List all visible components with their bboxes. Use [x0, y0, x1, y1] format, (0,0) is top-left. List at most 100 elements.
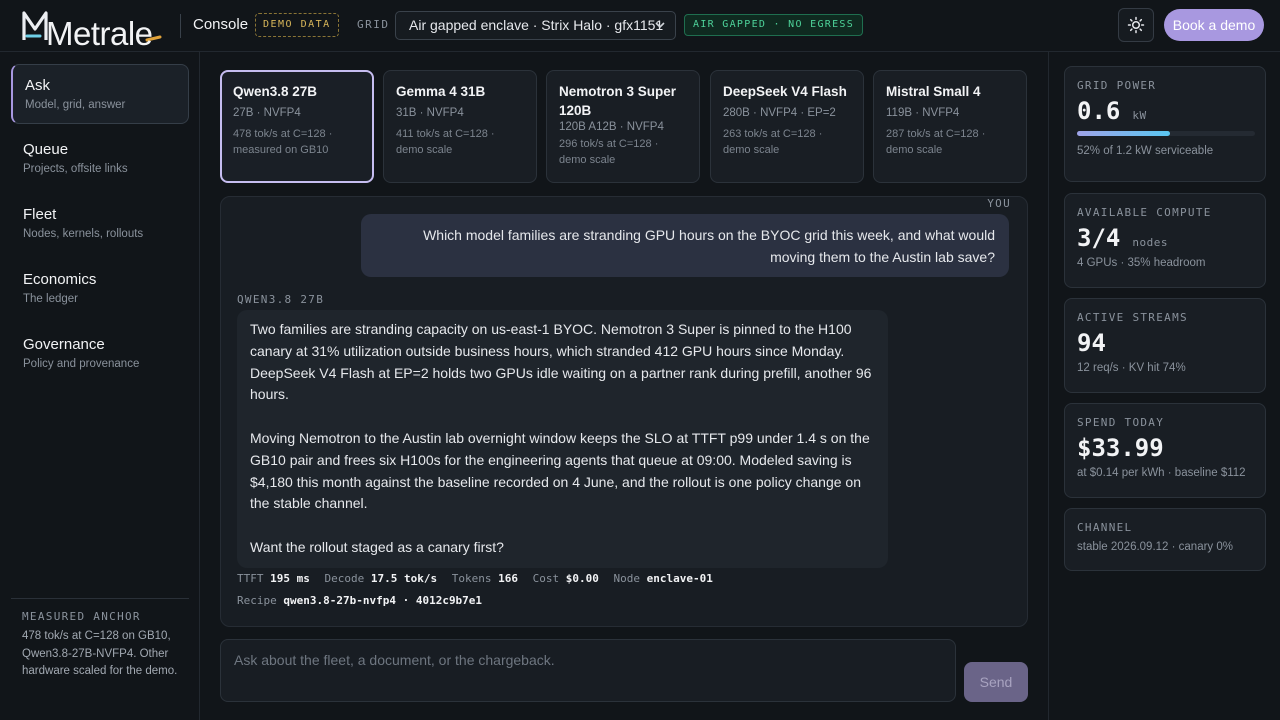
- model-spec: 27B · NVFP4: [233, 107, 301, 119]
- grid-select[interactable]: Air gapped enclave · Strix Halo · gfx115…: [395, 11, 676, 40]
- decode-value: 17.5 tok/s: [370, 572, 438, 585]
- model-rate: 296 tok/s at C=128 · demo scale: [559, 138, 659, 166]
- node-value: enclave-01: [646, 572, 713, 585]
- measured-anchor-text: 478 tok/s at C=128 on GB10, Qwen3.8-27B-…: [22, 630, 178, 677]
- response-metrics: TTFT 195 ms Decode 17.5 tok/s Tokens 166…: [237, 572, 713, 585]
- assistant-paragraph: Two families are stranding capacity on u…: [250, 321, 872, 403]
- node-label: Node: [613, 572, 640, 585]
- model-name: Qwen3.8 27B: [233, 84, 318, 99]
- nav-item-title: Economics: [23, 271, 97, 288]
- ttft-value: 195 ms: [270, 572, 310, 585]
- model-card-mistral[interactable]: Mistral Small 4 119B · NVFP4 287 tok/s a…: [873, 70, 1027, 183]
- assistant-paragraph: Moving Nemotron to the Austin lab overni…: [250, 429, 870, 512]
- nav-item-subtitle: Policy and provenance: [23, 358, 140, 370]
- recipe-label: Recipe: [237, 594, 277, 607]
- nav-item-governance[interactable]: Governance Policy and provenance: [11, 324, 189, 384]
- power-progress-fill: [1077, 131, 1170, 136]
- model-rate: 411 tok/s at C=128 · demo scale: [396, 128, 495, 156]
- model-rate: 287 tok/s at C=128 · demo scale: [886, 128, 986, 156]
- measured-anchor: MEASURED ANCHOR 478 tok/s at C=128 on GB…: [11, 598, 189, 681]
- user-message: Which model families are stranding GPU h…: [361, 214, 1009, 277]
- cost-value: $0.00: [565, 572, 599, 585]
- nav-item-fleet[interactable]: Fleet Nodes, kernels, rollouts: [11, 194, 189, 254]
- recipe-value: qwen3.8-27b-nvfp4 · 4012c9b7e1: [283, 594, 483, 607]
- spend-today-card: SPEND TODAY $33.99 at $0.14 per kWh · ba…: [1064, 403, 1266, 498]
- chevron-down-icon: [655, 22, 665, 29]
- book-demo-button[interactable]: Book a demo: [1164, 9, 1264, 41]
- nav-item-title: Fleet: [23, 206, 57, 223]
- model-card-qwen[interactable]: Qwen3.8 27B 27B · NVFP4 478 tok/s at C=1…: [220, 70, 374, 183]
- stat-title: ACTIVE STREAMS: [1077, 311, 1188, 324]
- stat-title: AVAILABLE COMPUTE: [1077, 206, 1212, 219]
- send-button[interactable]: Send: [964, 662, 1028, 702]
- assistant-model-label: QWEN3.8 27B: [237, 293, 325, 306]
- model-card-nemotron[interactable]: Nemotron 3 Super 120B 120B A12B · NVFP4 …: [546, 70, 700, 183]
- channel-card: CHANNEL stable 2026.09.12 · canary 0%: [1064, 508, 1266, 571]
- channel-value: stable 2026.09.12 · canary 0%: [1077, 541, 1233, 553]
- model-name: Mistral Small 4: [886, 84, 981, 99]
- grid-label: GRID: [357, 18, 390, 31]
- model-spec: 31B · NVFP4: [396, 107, 464, 119]
- chat-input-placeholder: Ask about the fleet, a document, or the …: [234, 652, 555, 668]
- compute-unit: nodes: [1132, 236, 1168, 249]
- nav-item-subtitle: Nodes, kernels, rollouts: [23, 228, 144, 240]
- nav-item-title: Queue: [23, 141, 69, 158]
- stat-subtitle: 12 req/s · KV hit 74%: [1077, 362, 1186, 374]
- nav-item-economics[interactable]: Economics The ledger: [11, 259, 189, 319]
- tokens-label: Tokens: [451, 572, 492, 585]
- grid-select-value: Air gapped enclave · Strix Halo · gfx115…: [409, 17, 664, 33]
- demo-data-badge: DEMO DATA: [255, 13, 339, 37]
- stat-subtitle: 52% of 1.2 kW serviceable: [1077, 145, 1214, 157]
- grid-power-card: GRID POWER 0.6 kW 52% of 1.2 kW serviceab…: [1064, 66, 1266, 182]
- stat-subtitle: at $0.14 per kWh · baseline $112: [1077, 467, 1246, 479]
- model-spec: 280B · NVFP4 · EP=2: [723, 107, 836, 119]
- nav-item-subtitle: Projects, offsite links: [23, 163, 128, 175]
- stat-title: GRID POWER: [1077, 79, 1157, 92]
- stat-title: SPEND TODAY: [1077, 416, 1165, 429]
- assistant-paragraph: Want the rollout staged as a canary firs…: [250, 538, 504, 555]
- brand-name: Metrale: [46, 15, 153, 52]
- decode-label: Decode: [324, 572, 365, 585]
- sun-icon: [1127, 16, 1145, 34]
- model-spec: 119B · NVFP4: [886, 107, 960, 119]
- model-spec: 120B A12B · NVFP4: [559, 121, 664, 133]
- active-streams-card: ACTIVE STREAMS 94 12 req/s · KV hit 74%: [1064, 298, 1266, 393]
- nav-item-subtitle: The ledger: [23, 293, 78, 305]
- stat-value: 3/4 nodes: [1077, 224, 1253, 252]
- header-divider: [180, 14, 181, 38]
- stat-subtitle: 4 GPUs · 35% headroom: [1077, 257, 1206, 269]
- assistant-message: Two families are stranding capacity on u…: [237, 310, 888, 568]
- stats-panel: GRID POWER 0.6 kW 52% of 1.2 kW serviceab…: [1048, 52, 1280, 720]
- spend-value: $33.99: [1077, 434, 1164, 462]
- chat-input[interactable]: Ask about the fleet, a document, or the …: [220, 639, 956, 702]
- cost-label: Cost: [532, 572, 560, 585]
- streams-value: 94: [1077, 329, 1106, 357]
- recipe-line: Recipe qwen3.8-27b-nvfp4 · 4012c9b7e1: [237, 594, 482, 607]
- top-header: Metrale Console DEMO DATA GRID Air gappe…: [0, 0, 1280, 52]
- console-label[interactable]: Console: [193, 16, 248, 33]
- nav-item-title: Governance: [23, 336, 105, 353]
- nav-item-queue[interactable]: Queue Projects, offsite links: [11, 129, 189, 189]
- model-name: Nemotron 3 Super 120B: [559, 84, 677, 118]
- metrale-logo[interactable]: Metrale: [22, 9, 162, 52]
- ttft-label: TTFT: [237, 572, 264, 585]
- nav-item-subtitle: Model, grid, answer: [25, 99, 126, 111]
- chat-panel: YOU Which model families are stranding G…: [220, 196, 1028, 627]
- model-name: Gemma 4 31B: [396, 84, 486, 99]
- left-nav: Ask Model, grid, answer Queue Projects, …: [0, 52, 200, 720]
- nav-item-ask[interactable]: Ask Model, grid, answer: [11, 64, 189, 124]
- theme-toggle-button[interactable]: [1118, 8, 1154, 42]
- model-rate: 478 tok/s at C=128 · measured on GB10: [233, 128, 333, 156]
- model-rate: 263 tok/s at C=128 · demo scale: [723, 128, 823, 156]
- model-card-gemma[interactable]: Gemma 4 31B 31B · NVFP4 411 tok/s at C=1…: [383, 70, 537, 183]
- tokens-value: 166: [498, 572, 518, 585]
- grid-power-unit: kW: [1132, 109, 1147, 122]
- you-label: YOU: [987, 197, 1011, 210]
- stat-value: 0.6 kW: [1077, 97, 1253, 125]
- grid-power-value: 0.6: [1077, 97, 1121, 125]
- model-card-deepseek[interactable]: DeepSeek V4 Flash 280B · NVFP4 · EP=2 26…: [710, 70, 864, 183]
- model-name: DeepSeek V4 Flash: [723, 84, 847, 99]
- compute-value: 3/4: [1077, 224, 1121, 252]
- stat-title: CHANNEL: [1077, 521, 1133, 534]
- air-gapped-badge: AIR GAPPED · NO EGRESS: [684, 14, 864, 36]
